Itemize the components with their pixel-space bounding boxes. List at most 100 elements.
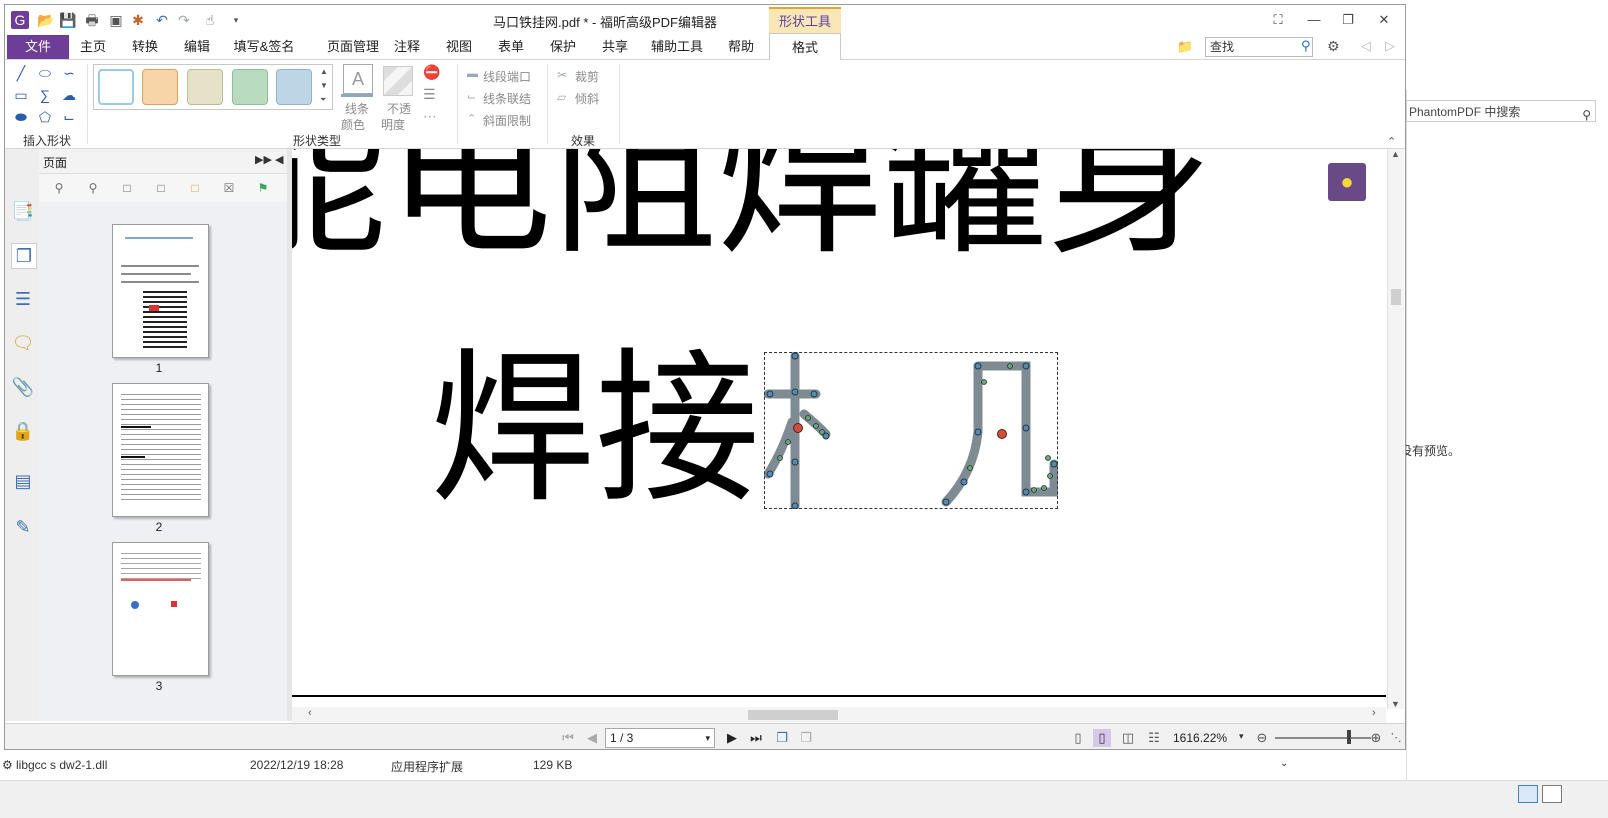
layers-icon[interactable]: ☰ bbox=[11, 287, 35, 311]
tab-edit[interactable]: 编辑 bbox=[175, 35, 219, 59]
style-swatch-orange[interactable] bbox=[142, 69, 178, 105]
tab-accessibility[interactable]: 辅助工具 bbox=[645, 35, 709, 59]
cloud-shape-icon[interactable]: ☁ bbox=[59, 86, 79, 104]
minimize-button[interactable]: — bbox=[1297, 9, 1331, 31]
tiles-view-icon[interactable] bbox=[1542, 785, 1562, 803]
collapse-ribbon-icon[interactable]: ⌃ bbox=[1387, 135, 1396, 148]
gallery-down-arrow-icon[interactable]: ▼ bbox=[320, 81, 328, 90]
first-page-icon[interactable]: ⏮ bbox=[559, 729, 577, 747]
tab-page-management[interactable]: 页面管理 bbox=[313, 35, 393, 59]
chevron-down-icon[interactable]: ⌄ bbox=[1280, 758, 1288, 769]
add-page-icon[interactable]: □ bbox=[187, 180, 203, 196]
tab-view[interactable]: 视图 bbox=[439, 35, 479, 59]
page-dropdown-icon[interactable]: ▾ bbox=[705, 729, 710, 747]
fill-color-icon[interactable]: ⛔ bbox=[423, 64, 440, 81]
explorer-search-box[interactable]: PhantomPDF 中搜索 ⚲ bbox=[1406, 100, 1596, 122]
style-swatch-tan[interactable] bbox=[187, 69, 223, 105]
insert-page-icon[interactable]: □ bbox=[119, 180, 135, 196]
lightbulb-tip-icon[interactable]: ● bbox=[1328, 163, 1366, 201]
oval-shape-icon[interactable]: ⬬ bbox=[11, 108, 31, 126]
tab-fill-sign[interactable]: 填写&签名 bbox=[229, 35, 299, 59]
style-swatch-green[interactable] bbox=[232, 69, 268, 105]
line-width-icon[interactable]: ☰ bbox=[423, 86, 436, 103]
file-list-row[interactable]: ⚙ libgcc s dw2-1.dll 2022/12/19 18:28 应用… bbox=[0, 752, 1300, 778]
selection-bounding-box[interactable] bbox=[764, 352, 1058, 509]
details-view-icon[interactable] bbox=[1518, 785, 1538, 803]
vertical-scrollbar[interactable]: ▲ ▼ bbox=[1387, 149, 1404, 709]
tab-format[interactable]: 格式 bbox=[769, 33, 841, 60]
pentagon-shape-icon[interactable]: ⬠ bbox=[35, 108, 55, 126]
line-cap-button[interactable]: 线段端口 bbox=[483, 68, 531, 85]
ellipse-shape-icon[interactable]: ⬭ bbox=[35, 64, 55, 82]
vertical-scroll-thumb[interactable] bbox=[1391, 289, 1401, 305]
extract-page-icon[interactable]: □ bbox=[153, 180, 169, 196]
fullscreen-icon[interactable]: ⛶ bbox=[1261, 9, 1295, 31]
resize-grip-icon[interactable]: ⋱ bbox=[1387, 729, 1405, 747]
tab-help[interactable]: 帮助 bbox=[721, 35, 761, 59]
single-page-icon[interactable]: ▯ bbox=[1069, 729, 1087, 747]
tab-form[interactable]: 表单 bbox=[491, 35, 531, 59]
line-shape-icon[interactable]: ╱ bbox=[11, 64, 31, 82]
zoom-dropdown-icon[interactable]: ▾ bbox=[1239, 731, 1244, 742]
search-input[interactable]: 查找 bbox=[1205, 37, 1313, 57]
last-page-icon[interactable]: ⏭ bbox=[747, 729, 765, 747]
line-join-button[interactable]: 线条联结 bbox=[483, 90, 531, 107]
horizontal-scroll-thumb[interactable] bbox=[748, 710, 838, 720]
page-thumbnail-1[interactable] bbox=[112, 224, 209, 358]
opacity-icon[interactable] bbox=[383, 66, 413, 96]
gallery-up-arrow-icon[interactable]: ▲ bbox=[320, 67, 328, 76]
miter-limit-button[interactable]: 斜面限制 bbox=[483, 112, 531, 129]
scroll-right-arrow-icon[interactable]: › bbox=[1372, 707, 1376, 719]
fields-icon[interactable]: ▤ bbox=[11, 469, 35, 493]
expand-panel-icon[interactable]: ▶▶ bbox=[255, 153, 272, 166]
skew-button[interactable]: 倾斜 bbox=[575, 90, 599, 107]
curve-shape-icon[interactable]: ∽ bbox=[59, 64, 79, 82]
crop-button[interactable]: 裁剪 bbox=[575, 68, 599, 85]
zoom-in-thumbnail-icon[interactable]: ⚲ bbox=[51, 180, 67, 196]
zoom-out-thumbnail-icon[interactable]: ⚲ bbox=[85, 180, 101, 196]
continuous-facing-icon[interactable]: ☷ bbox=[1145, 729, 1163, 747]
delete-page-icon[interactable]: ☒ bbox=[221, 180, 237, 196]
page-properties-icon[interactable]: ⚑ bbox=[255, 180, 271, 196]
tab-comment[interactable]: 注释 bbox=[387, 35, 427, 59]
bookmark-icon[interactable]: 📑 bbox=[11, 199, 35, 223]
page-number-input[interactable]: 1 / 3 ▾ bbox=[605, 728, 715, 748]
previous-view-icon[interactable]: ❐ bbox=[773, 729, 791, 747]
page-thumbnail-3[interactable] bbox=[112, 542, 209, 676]
settings-gear-icon[interactable]: ⚙ bbox=[1327, 38, 1340, 55]
zoom-level[interactable]: 1616.22% bbox=[1173, 731, 1227, 745]
opacity-label-2[interactable]: 明度 bbox=[381, 116, 405, 133]
tab-home[interactable]: 主页 bbox=[73, 35, 113, 59]
scroll-left-arrow-icon[interactable]: ‹ bbox=[308, 707, 312, 719]
next-page-icon[interactable]: ▶ bbox=[723, 729, 741, 747]
close-button[interactable]: ✕ bbox=[1367, 9, 1401, 31]
next-view-icon[interactable]: ❐ bbox=[797, 729, 815, 747]
search-icon[interactable]: ⚲ bbox=[1301, 38, 1311, 54]
restore-button[interactable]: ❐ bbox=[1331, 9, 1365, 31]
polyline-shape-icon[interactable]: ∑ bbox=[35, 86, 55, 104]
back-arrow-icon[interactable]: ◁ bbox=[1361, 38, 1371, 54]
zoom-in-icon[interactable]: ⊕ bbox=[1367, 729, 1385, 747]
zoom-out-icon[interactable]: ⊖ bbox=[1253, 729, 1271, 747]
zoom-slider-track[interactable] bbox=[1275, 737, 1371, 739]
signature-icon[interactable]: ✎ bbox=[11, 515, 35, 539]
rectangle-shape-icon[interactable]: ▭ bbox=[11, 86, 31, 104]
comments-icon[interactable]: 🗨 bbox=[11, 331, 35, 355]
page-thumbnail-2[interactable] bbox=[112, 383, 209, 517]
line-color-icon[interactable]: A bbox=[343, 64, 373, 94]
search-folder-icon[interactable]: 📁 bbox=[1177, 39, 1193, 55]
scroll-up-arrow-icon[interactable]: ▲ bbox=[1391, 149, 1400, 159]
style-swatch-white[interactable] bbox=[98, 69, 134, 105]
document-viewport[interactable]: 能电阻焊罐身 焊接 ● bbox=[292, 149, 1386, 697]
tab-file[interactable]: 文件 bbox=[7, 35, 69, 59]
line-style-icon[interactable]: ⋯ bbox=[423, 108, 437, 125]
style-swatch-blue[interactable] bbox=[276, 69, 312, 105]
collapse-panel-icon[interactable]: ◀ bbox=[275, 153, 283, 166]
forward-arrow-icon[interactable]: ▷ bbox=[1385, 38, 1395, 54]
previous-page-icon[interactable]: ◀ bbox=[583, 729, 601, 747]
pages-icon[interactable]: ❐ bbox=[11, 243, 37, 269]
tab-convert[interactable]: 转换 bbox=[123, 35, 167, 59]
line-color-label-2[interactable]: 颜色 bbox=[341, 116, 365, 133]
polygon-shape-icon[interactable]: ⌙ bbox=[59, 108, 79, 126]
facing-pages-icon[interactable]: ◫ bbox=[1119, 729, 1137, 747]
